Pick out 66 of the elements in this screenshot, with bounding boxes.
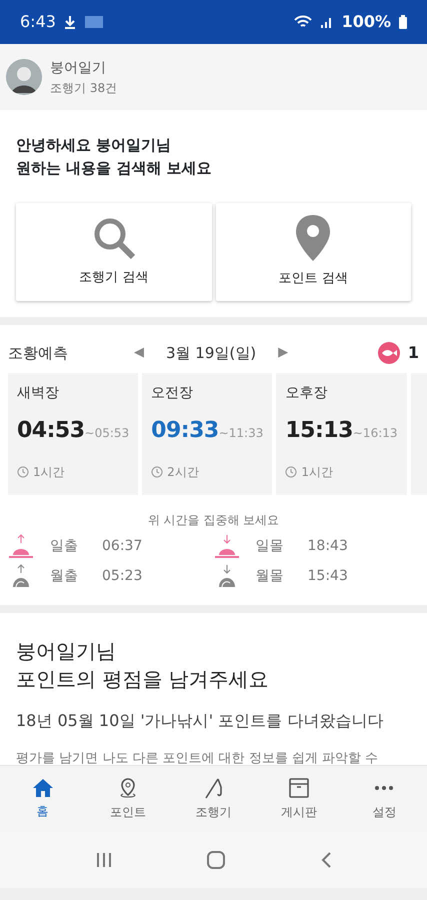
end-time: ~05:53 [84,425,130,442]
clock-icon [151,466,164,478]
duration: 1시간 [301,464,333,481]
greeting-text: 원하는 내용을 검색해 보세요 [16,158,213,178]
back-icon[interactable] [320,850,332,868]
status-time: 6:43 [20,11,56,33]
search-icon [92,216,136,260]
battery-icon [399,15,407,29]
avatar[interactable] [6,59,42,95]
nav-tab[interactable]: 홈 [0,766,86,831]
end-time: ~11:33 [218,425,264,442]
hint-text: 위 시간을 집중해 보세요 [146,512,280,529]
forecast-date: 3월 19일(일) [166,342,256,364]
clock-icon [17,466,29,478]
astro-label: 월출 [50,566,78,586]
clock-icon [285,466,298,478]
battery-percent: 100% [342,11,391,33]
time-slot-card[interactable]: 오후장 15:13~16:13 1시간 [276,373,407,495]
nav-tab[interactable]: 설정 [342,766,427,831]
start-time: 15:13 [285,417,353,445]
sun-set-icon [214,533,240,559]
home-icon [32,778,54,798]
nav-tab[interactable]: 게시판 [256,766,342,831]
duration: 2시간 [167,464,199,481]
slot-name: 오전장 [151,384,194,403]
home-icon[interactable] [206,850,226,870]
astro-time: 06:37 [102,536,142,556]
astro-label: 일출 [50,536,78,556]
slot-name: 오후장 [285,384,328,403]
astro-time: 18:43 [308,536,348,556]
signal-icon [320,15,334,29]
fish-count: 1 [408,342,419,364]
map-pin-icon [296,215,330,262]
sun-rise-icon [8,533,34,559]
journal-search-button[interactable]: 조행기 검색 [16,203,212,301]
point-search-button[interactable]: 포인트 검색 [216,203,411,301]
time-slot-card[interactable]: 새벽장 04:53~05:53 1시간 [8,373,138,495]
start-time: 09:33 [151,417,219,445]
journal-count: 조행기 38건 [50,80,118,96]
notification-icon [84,14,104,30]
download-icon [64,15,76,29]
duration: 1시간 [33,464,65,481]
review-body: 평가를 남기면 나도 다른 포인트에 대한 정보를 쉽게 파악할 수 [16,750,380,765]
wifi-icon [294,15,312,29]
recent-apps-icon[interactable] [94,850,113,868]
profile-name: 붕어일기 [50,58,107,78]
astro-time: 05:23 [102,566,142,586]
start-time: 04:53 [17,417,85,445]
astro-time: 15:43 [308,566,348,586]
visit-text: 18년 05월 10일 '가나낚시' 포인트를 다녀왔습니다 [16,710,384,732]
greeting-text: 안녕하세요 붕어일기님 [16,135,172,156]
fish-icon [378,342,400,364]
astro-label: 월몰 [256,566,284,586]
more-icon [375,786,394,790]
astro-label: 일몰 [256,536,284,556]
box-icon [288,776,310,798]
previous-date-button[interactable]: ◀ [128,342,150,364]
nav-tab[interactable]: 조행기 [170,766,256,831]
time-slot-card[interactable]: 오전장 09:33~11:33 2시간 [142,373,272,495]
end-time: ~16:13 [352,425,398,442]
forecast-title: 조황예측 [8,342,69,364]
review-title: 붕어일기님 포인트의 평점을 남겨주세요 [16,638,270,693]
next-date-button[interactable]: ▶ [272,342,294,364]
fishing-rod-icon [202,776,225,798]
slot-name: 새벽장 [17,384,60,403]
nav-tab[interactable]: 포인트 [85,766,171,831]
